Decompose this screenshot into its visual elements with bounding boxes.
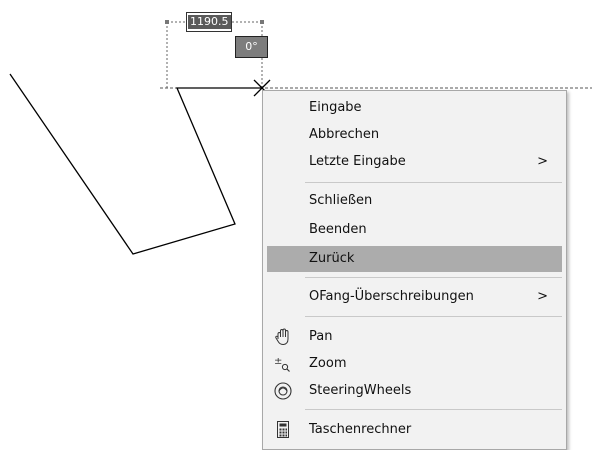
menu-item-label: Zoom — [309, 356, 347, 371]
menu-separator — [305, 277, 562, 278]
polyline-shape[interactable] — [9, 73, 262, 255]
dimension-grip-left[interactable] — [165, 20, 169, 24]
menu-item-steeringwheels[interactable]: SteeringWheels — [267, 378, 562, 404]
dimension-grip-right[interactable] — [260, 20, 264, 24]
menu-item-zurueck[interactable]: Zurück — [267, 246, 562, 272]
menu-item-letzte-eingabe[interactable]: Letzte Eingabe > — [267, 149, 562, 175]
menu-item-zoom[interactable]: ± Zoom — [267, 351, 562, 377]
menu-item-abbrechen[interactable]: Abbrechen — [267, 122, 562, 148]
menu-item-ofang-ueberschreibungen[interactable]: OFang-Überschreibungen > — [267, 284, 562, 310]
menu-item-label: Beenden — [309, 222, 367, 237]
menu-item-schliessen[interactable]: Schließen — [267, 188, 562, 214]
menu-item-pan[interactable]: Pan — [267, 324, 562, 350]
menu-item-label: OFang-Überschreibungen — [309, 289, 474, 304]
calculator-icon — [277, 421, 289, 438]
submenu-arrow-icon: > — [537, 289, 548, 304]
menu-item-label: Letzte Eingabe — [309, 154, 406, 169]
menu-item-eingabe[interactable]: Eingabe — [267, 95, 562, 121]
menu-item-label: Schließen — [309, 193, 373, 208]
menu-item-label: SteeringWheels — [309, 383, 412, 398]
angle-tooltip: 0° — [235, 36, 268, 58]
steering-wheels-icon — [274, 382, 292, 400]
menu-item-label: Taschenrechner — [309, 422, 412, 437]
zoom-icon: ± — [274, 356, 290, 372]
svg-text:±: ± — [274, 356, 282, 367]
dimension-input-value: 1190.5 — [188, 15, 231, 29]
menu-separator — [305, 182, 562, 183]
menu-item-beenden[interactable]: Beenden — [267, 217, 562, 243]
menu-item-taschenrechner[interactable]: Taschenrechner — [267, 417, 562, 443]
hand-pan-icon — [275, 328, 289, 346]
menu-item-label: Zurück — [309, 251, 355, 266]
context-menu: Eingabe Abbrechen Letzte Eingabe > Schli… — [262, 90, 567, 450]
menu-item-label: Abbrechen — [309, 127, 380, 142]
menu-item-label: Eingabe — [309, 100, 362, 115]
menu-separator — [305, 316, 562, 317]
submenu-arrow-icon: > — [537, 154, 548, 169]
dimension-input-field[interactable]: 1190.5 — [186, 12, 232, 32]
menu-item-label: Pan — [309, 329, 333, 344]
menu-separator — [305, 409, 562, 410]
